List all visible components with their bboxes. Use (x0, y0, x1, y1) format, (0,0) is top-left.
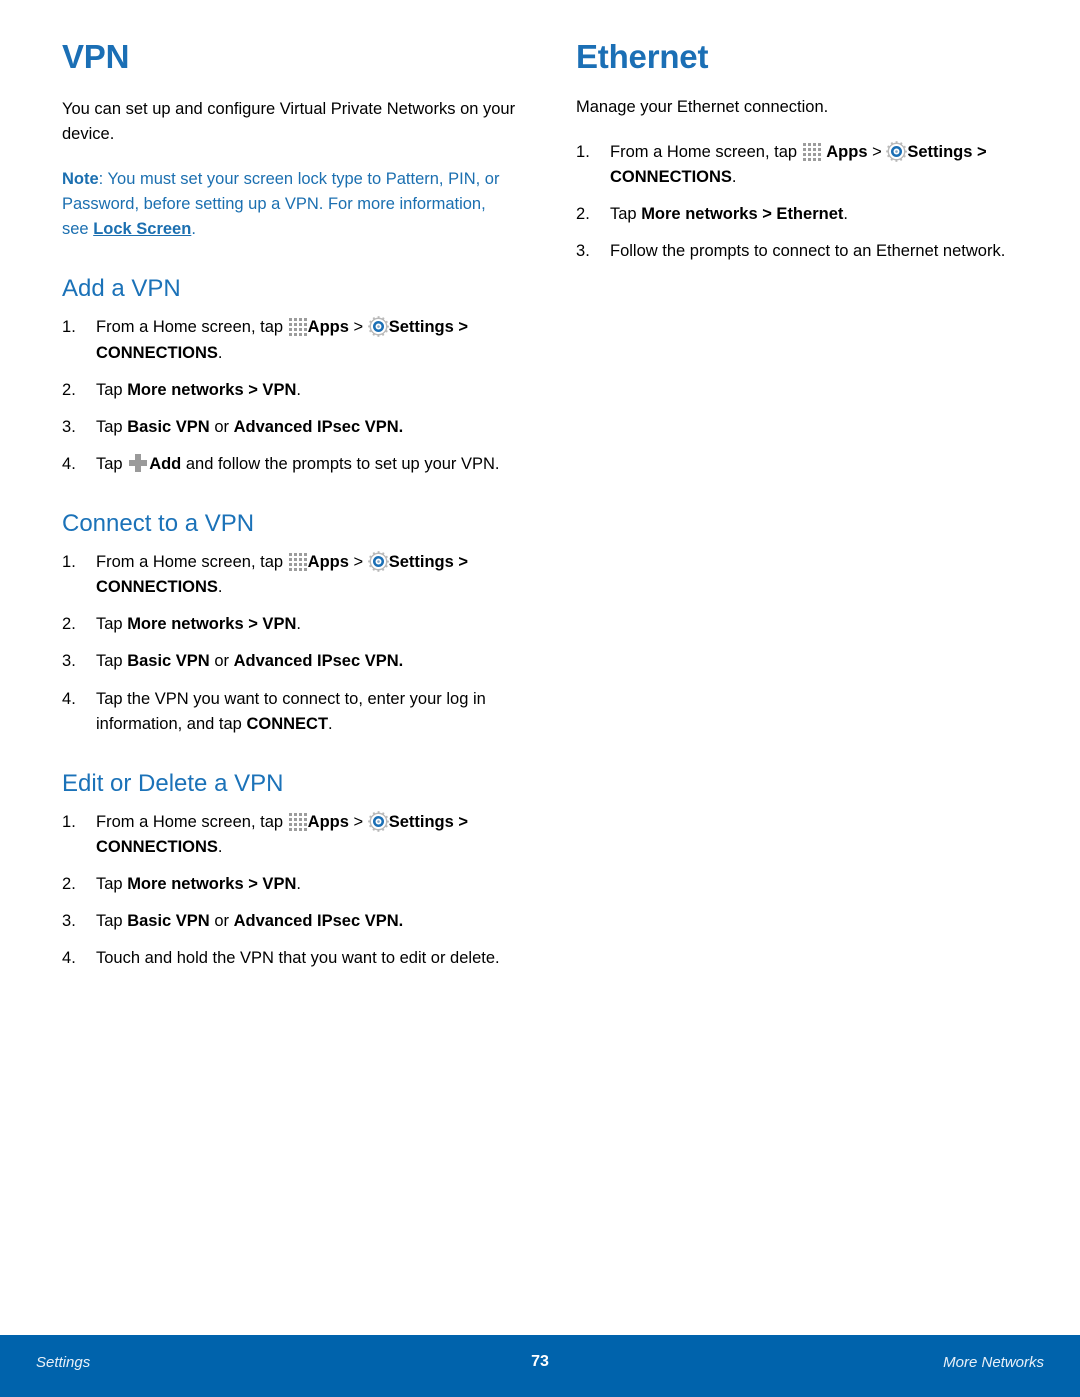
step-item: Tap Add and follow the prompts to set up… (62, 452, 516, 477)
vpn-note-paragraph: Note: You must set your screen lock type… (62, 167, 516, 242)
page-footer: Settings 73 More Networks (0, 1335, 1080, 1397)
two-column-layout: VPN You can set up and configure Virtual… (62, 38, 1030, 983)
settings-gear-icon (367, 811, 389, 832)
document-page: VPN You can set up and configure Virtual… (0, 0, 1080, 1397)
apps-grid-icon (802, 142, 822, 161)
step-text: Touch and hold the VPN that you want to … (96, 949, 500, 968)
step-text: or (209, 652, 234, 671)
step-item: Tap More networks > VPN. (62, 872, 516, 897)
step-list: From a Home screen, tap Apps > Settings … (62, 550, 516, 736)
step-text: . (328, 714, 333, 733)
section-heading: Edit or Delete a VPN (62, 769, 284, 797)
step-emphasis: Basic VPN (127, 417, 210, 436)
step-text: Tap (610, 204, 642, 223)
step-emphasis: Add (149, 454, 182, 473)
step-text: Tap (96, 615, 128, 634)
step-text: or (209, 912, 234, 931)
step-item: Tap the VPN you want to connect to, ente… (62, 687, 516, 737)
step-item: Follow the prompts to connect to an Ethe… (576, 239, 1030, 264)
step-list: From a Home screen, tap Apps > Settings … (62, 810, 516, 971)
note-text-after-link: . (191, 219, 196, 238)
step-emphasis: CONNECT (246, 714, 329, 733)
right-sections-container: From a Home screen, tap Apps > Settings … (576, 140, 1030, 264)
step-text: Tap (96, 380, 128, 399)
settings-gear-icon (367, 551, 389, 573)
apps-grid-icon (288, 813, 308, 832)
section-heading: Connect to a VPN (62, 509, 255, 537)
left-sections-container: Add a VPN From a Home screen, tap Apps > … (62, 275, 516, 971)
step-item: From a Home screen, tap Apps > Settings … (62, 810, 516, 860)
lock-screen-link[interactable]: Lock Screen (93, 220, 191, 238)
apps-grid-icon (288, 553, 308, 572)
footer-topic-label: More Networks (943, 1354, 1044, 1371)
step-text: . (217, 838, 223, 857)
step-list: From a Home screen, tap Apps > Settings … (62, 315, 516, 476)
step-text: Tap (96, 912, 128, 931)
plus-add-icon (127, 452, 149, 474)
step-text: Tap (96, 652, 128, 671)
step-item: From a Home screen, tap Apps > Settings … (62, 315, 516, 365)
step-emphasis: Basic VPN (127, 652, 210, 671)
column-right: Ethernet Manage your Ethernet connection… (576, 38, 1030, 983)
page-title-vpn: VPN (62, 38, 130, 75)
note-label: Note (62, 169, 99, 188)
step-item: Tap More networks > VPN. (62, 612, 516, 637)
step-text: . (296, 875, 301, 894)
step-emphasis: More networks > Ethernet (641, 204, 844, 223)
ethernet-intro-paragraph: Manage your Ethernet connection. (576, 97, 829, 116)
step-item: Touch and hold the VPN that you want to … (62, 946, 516, 971)
step-text: Tap (96, 417, 128, 436)
step-item: Tap Basic VPN or Advanced IPsec VPN. (62, 909, 516, 934)
step-text: or (209, 417, 234, 436)
step-emphasis: More networks > VPN (127, 615, 297, 634)
settings-gear-icon (886, 140, 908, 162)
step-text: Tap (96, 454, 128, 473)
column-left: VPN You can set up and configure Virtual… (62, 38, 516, 983)
step-item: Tap More networks > Ethernet. (576, 202, 1030, 227)
step-text: Tap (96, 875, 128, 894)
step-emphasis: Advanced IPsec VPN. (233, 912, 404, 931)
vpn-intro-paragraph: You can set up and configure Virtual Pri… (62, 99, 516, 143)
section-heading: Add a VPN (62, 275, 181, 303)
step-text: and follow the prompts to set up your VP… (181, 454, 500, 473)
page-number: 73 (531, 1353, 549, 1370)
step-list: From a Home screen, tap Apps > Settings … (576, 140, 1030, 264)
step-item: From a Home screen, tap Apps > Settings … (62, 550, 516, 600)
step-item: Tap More networks > VPN. (62, 378, 516, 403)
step-text: . (731, 167, 737, 186)
settings-gear-icon (367, 316, 389, 338)
page-title-ethernet: Ethernet (576, 38, 709, 75)
step-text: Follow the prompts to connect to an Ethe… (610, 241, 1006, 260)
step-emphasis: Apps (307, 318, 349, 337)
step-emphasis: Basic VPN (127, 912, 210, 931)
step-item: Tap Basic VPN or Advanced IPsec VPN. (62, 649, 516, 674)
apps-grid-icon (288, 318, 308, 337)
step-text: > (348, 318, 368, 337)
step-text: . (217, 343, 223, 362)
footer-inner: Settings 73 More Networks (0, 1335, 1080, 1397)
step-item: From a Home screen, tap Apps > Settings … (576, 140, 1030, 190)
step-text: . (843, 204, 848, 223)
step-text: . (296, 615, 301, 634)
step-text: > (348, 553, 368, 572)
step-text: From a Home screen, tap (96, 318, 288, 337)
step-text: . (217, 578, 223, 597)
step-text: From a Home screen, tap (610, 142, 802, 161)
step-emphasis: Apps (307, 553, 349, 572)
step-text: . (296, 380, 301, 399)
step-emphasis: Advanced IPsec VPN. (233, 417, 404, 436)
step-emphasis: Apps (307, 813, 349, 832)
step-emphasis: Advanced IPsec VPN. (233, 652, 404, 671)
step-text: From a Home screen, tap (96, 813, 288, 832)
step-emphasis: More networks > VPN (127, 380, 297, 399)
step-item: Tap Basic VPN or Advanced IPsec VPN. (62, 415, 516, 440)
step-emphasis: More networks > VPN (127, 875, 297, 894)
step-emphasis: Apps (826, 142, 868, 161)
step-text: > (348, 813, 368, 832)
step-text: > (867, 142, 887, 161)
step-text: From a Home screen, tap (96, 553, 288, 572)
